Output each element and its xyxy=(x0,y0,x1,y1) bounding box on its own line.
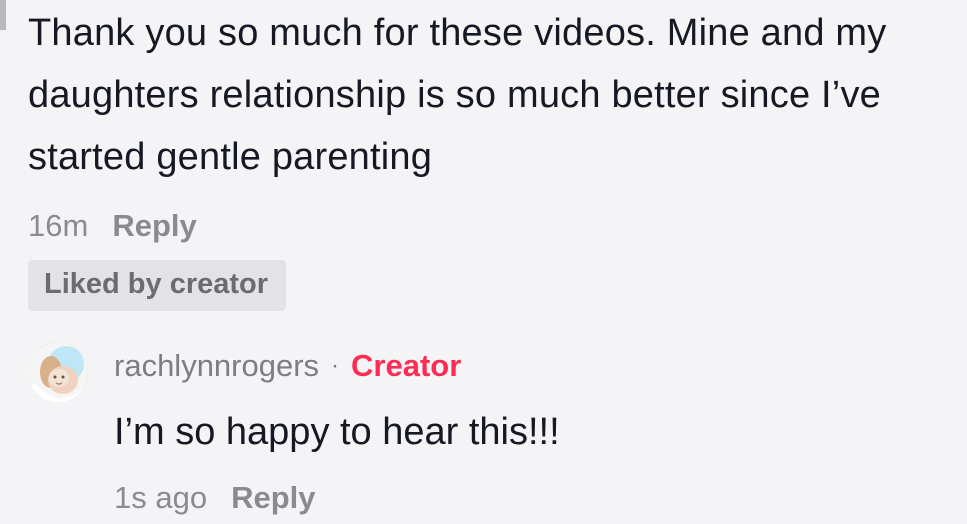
reply-header: rachlynnrogers · Creator xyxy=(114,340,954,392)
reply-content: rachlynnrogers · Creator I’m so happy to… xyxy=(114,340,954,524)
reply-text: I’m so happy to hear this!!! xyxy=(114,411,560,453)
liked-by-creator-badge: Liked by creator xyxy=(28,260,287,311)
reply-meta: 1s ago Reply xyxy=(114,472,954,524)
reply-button[interactable]: Reply xyxy=(112,208,196,244)
comment-card: Thank you so much for these videos. Mine… xyxy=(28,2,958,311)
comment-time: 16m xyxy=(28,208,89,243)
creator-tag: Creator xyxy=(351,348,462,383)
header-separator: · xyxy=(331,352,340,379)
reply-time: 1s ago xyxy=(114,480,208,515)
reply-reply-button[interactable]: Reply xyxy=(231,472,315,524)
profile-avatar-icon[interactable] xyxy=(28,342,88,402)
reply-username[interactable]: rachlynnrogers xyxy=(114,340,319,392)
comment-text: Thank you so much for these videos. Mine… xyxy=(28,12,887,178)
left-edge-divider xyxy=(0,0,6,30)
comment-meta: 16m Reply xyxy=(28,200,958,252)
